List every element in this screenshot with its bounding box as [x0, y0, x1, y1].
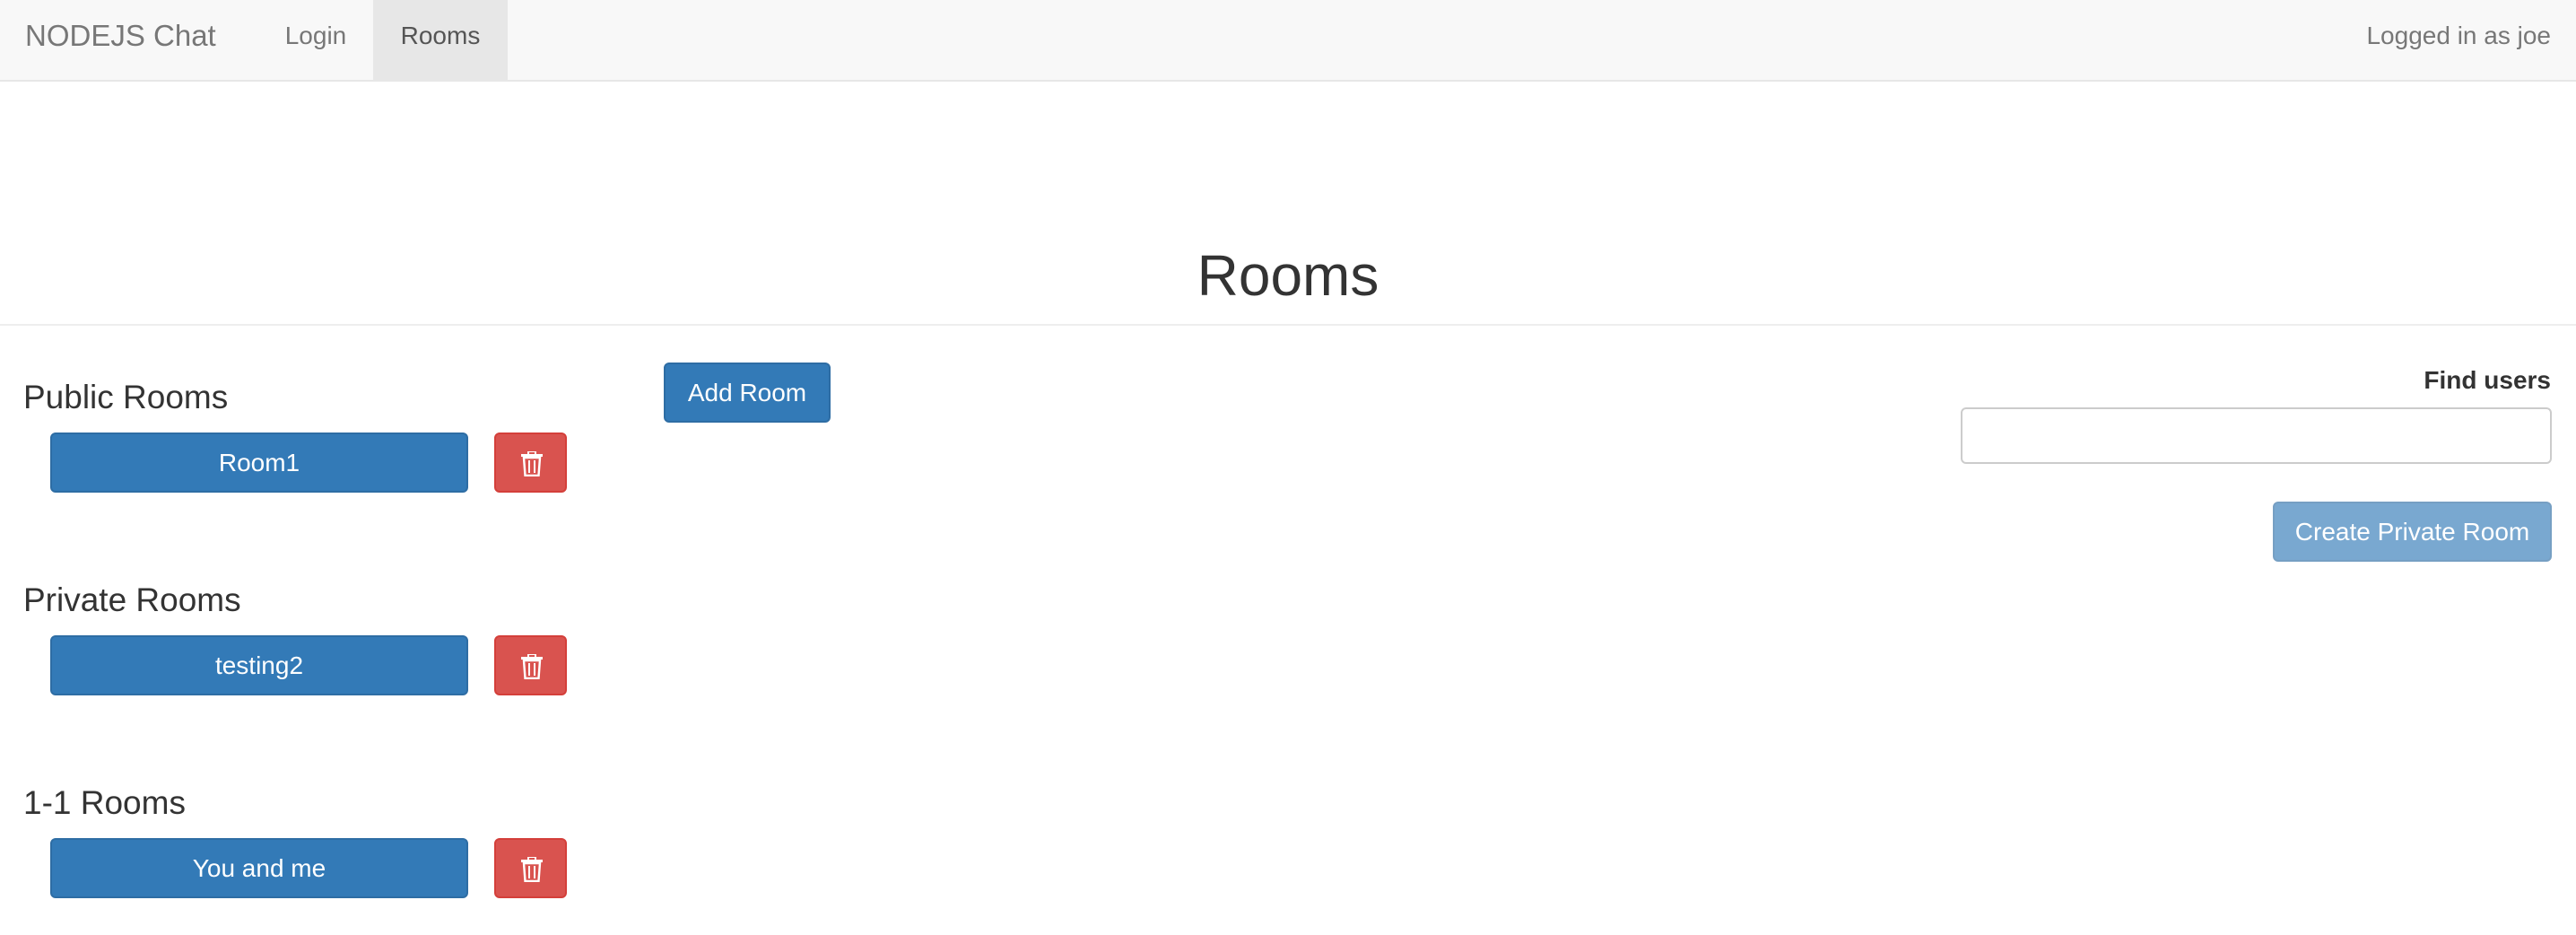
- nav-rooms-link[interactable]: Rooms: [373, 0, 508, 80]
- room-button-you-and-me[interactable]: You and me: [50, 838, 468, 898]
- brand-link[interactable]: NODEJS Chat: [25, 0, 216, 80]
- delete-room-button[interactable]: [494, 433, 567, 493]
- find-users-input[interactable]: [1961, 407, 2552, 464]
- create-private-room-button[interactable]: Create Private Room: [2273, 502, 2552, 562]
- navbar: NODEJS Chat Login Rooms Logged in as joe: [0, 0, 2576, 82]
- add-room-button[interactable]: Add Room: [664, 363, 831, 423]
- public-rooms-heading: Public Rooms: [23, 379, 229, 415]
- one-on-one-rooms-heading: 1-1 Rooms: [23, 784, 186, 821]
- private-rooms-heading: Private Rooms: [23, 581, 241, 618]
- page-title: Rooms: [1197, 243, 1379, 308]
- room-button-room1[interactable]: Room1: [50, 433, 468, 493]
- trash-icon: [521, 654, 543, 679]
- room-button-testing2[interactable]: testing2: [50, 635, 468, 695]
- find-users-label: Find users: [2424, 366, 2551, 394]
- trash-icon: [521, 857, 543, 882]
- trash-icon: [521, 451, 543, 476]
- delete-room-button[interactable]: [494, 838, 567, 898]
- delete-room-button[interactable]: [494, 635, 567, 695]
- logged-in-status: Logged in as joe: [2366, 22, 2551, 49]
- header-divider: [0, 324, 2576, 326]
- nav-login-link[interactable]: Login: [258, 0, 373, 80]
